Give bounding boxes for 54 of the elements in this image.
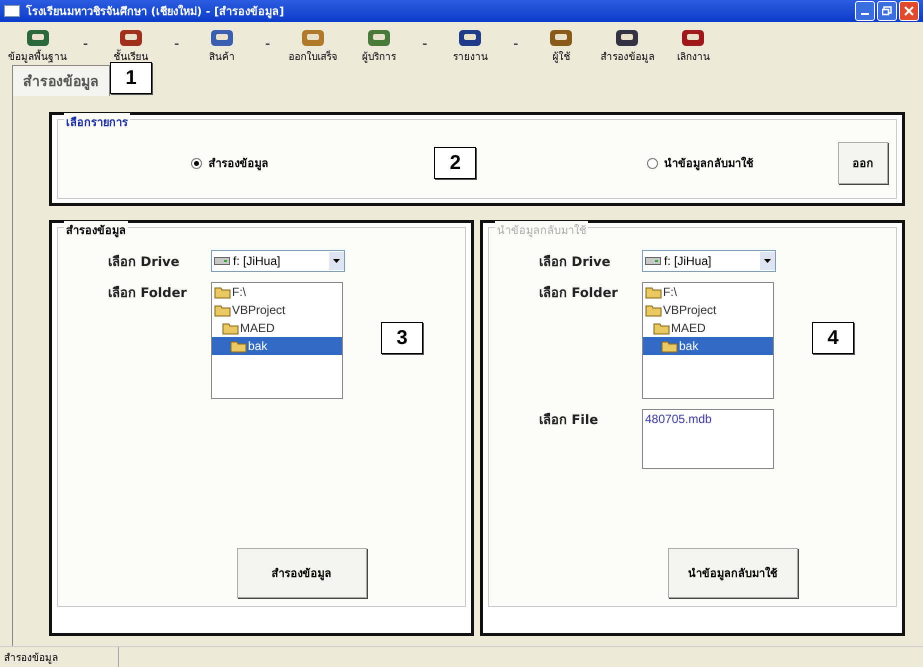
- toolbar-button[interactable]: ผู้บริการ: [348, 27, 410, 66]
- field-label: เลือก Folder: [108, 284, 188, 303]
- toolbar-button[interactable]: ผู้ใช้: [530, 27, 592, 66]
- toolbar-separator: -: [173, 36, 180, 54]
- status-bar-text: สำรองข้อมูล: [0, 647, 119, 667]
- action-button[interactable]: สำรองข้อมูล: [236, 548, 366, 598]
- toolbar-button[interactable]: รายงาน: [439, 27, 502, 66]
- radio-button[interactable]: [191, 158, 202, 168]
- folder-icon: [653, 321, 671, 335]
- callout-number: 4: [812, 322, 854, 354]
- folder-icon: [661, 339, 679, 353]
- toolbar-button[interactable]: สำรองข้อมูล: [596, 27, 658, 66]
- drive-dropdown[interactable]: f: [JiHua]: [211, 250, 345, 272]
- folder-icon: [645, 285, 663, 299]
- toolbar-separator: -: [82, 36, 90, 54]
- folder-icon: [645, 303, 663, 317]
- folder-icon: [222, 321, 240, 335]
- callout-number: 2: [434, 147, 476, 179]
- folder-item[interactable]: bak: [212, 337, 342, 355]
- radio-option[interactable]: นำข้อมูลกลับมาใช้: [646, 147, 753, 179]
- radio-label: นำข้อมูลกลับมาใช้: [664, 156, 753, 172]
- toolbar-button[interactable]: สินค้า: [191, 27, 254, 66]
- folder-icon: [214, 285, 232, 299]
- toolbar-button[interactable]: ออกใบเสร็จ: [282, 27, 344, 66]
- close-icon: [904, 6, 914, 16]
- field-label: เลือก Drive: [108, 254, 180, 272]
- restore-icon: [882, 6, 892, 16]
- folder-icon: [214, 303, 232, 317]
- close-button[interactable]: [899, 1, 919, 21]
- exit-button[interactable]: ออก: [838, 142, 888, 184]
- group-title: นำข้อมูลกลับมาใช้: [495, 221, 588, 239]
- radio-label: สำรองข้อมูล: [208, 156, 268, 172]
- folder-item[interactable]: F:\: [212, 283, 342, 301]
- minimize-button[interactable]: [855, 1, 875, 21]
- window-icon: [4, 5, 20, 17]
- toolbar-button[interactable]: เลิกงาน: [662, 27, 724, 66]
- toolbar-separator: -: [421, 36, 428, 54]
- folder-icon: [230, 339, 248, 353]
- tab[interactable]: สำรองข้อมูล: [12, 65, 110, 96]
- group-title: สำรองข้อมูล: [64, 221, 128, 239]
- callout-number: 3: [381, 322, 423, 354]
- folder-item[interactable]: MAED: [212, 319, 342, 337]
- radio-option[interactable]: สำรองข้อมูล 2: [191, 147, 476, 179]
- toolbar-separator: -: [264, 36, 272, 54]
- callout-number: 1: [110, 62, 152, 94]
- field-label: เลือก Drive: [539, 254, 612, 272]
- radio-button[interactable]: [646, 158, 658, 168]
- window-title: โรงเรียนมหาวชิรจันศึกษา (เชียงใหม่) - [สำรองข้อมูล]: [26, 4, 286, 20]
- minimize-icon: [861, 13, 869, 15]
- field-label: เลือก File: [539, 412, 600, 430]
- field-label: เลือก Folder: [539, 284, 619, 303]
- restore-button[interactable]: [877, 1, 897, 21]
- folder-item[interactable]: VBProject: [212, 301, 342, 319]
- toolbar-separator: -: [512, 36, 520, 54]
